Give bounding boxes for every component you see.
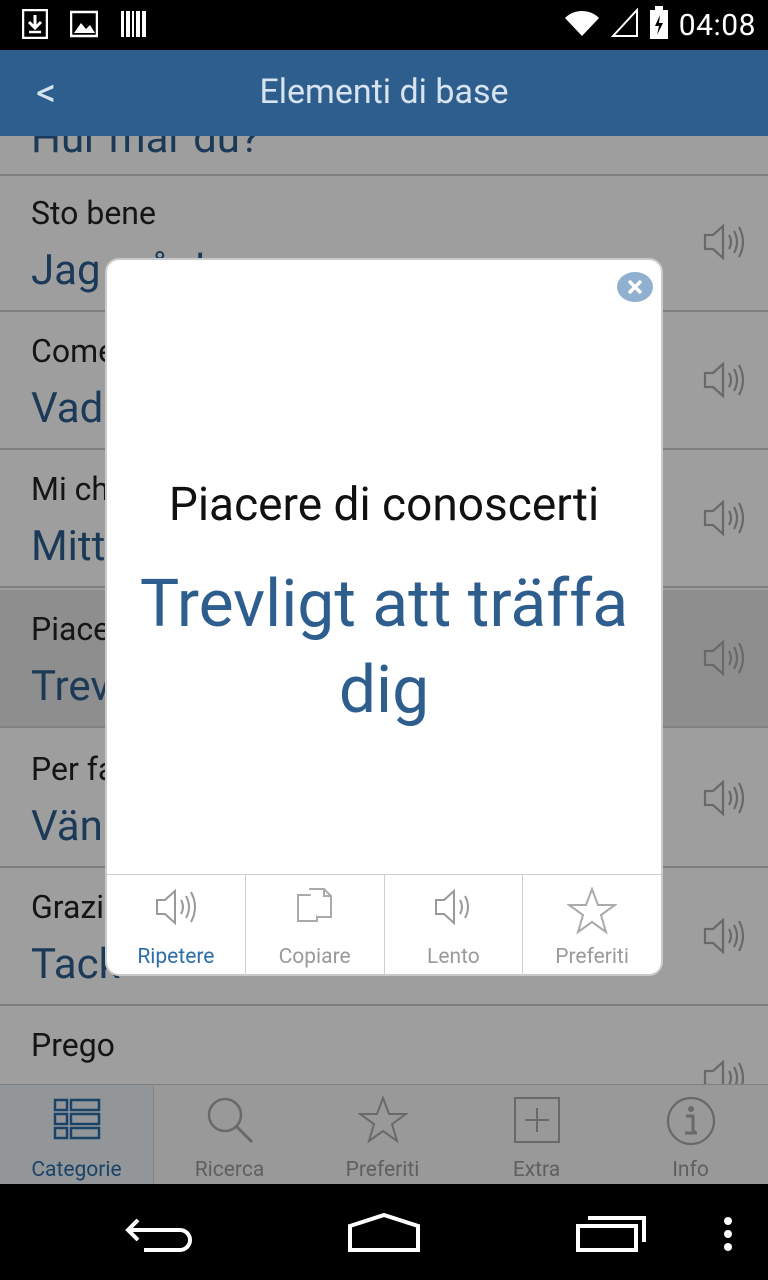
status-bar: 04:08 [0, 0, 768, 50]
action-label: Lento [427, 945, 480, 969]
dialog-italian-text: Piacere di conoscerti [168, 478, 600, 532]
battery-icon [649, 6, 669, 44]
action-label: Ripetere [137, 945, 215, 969]
image-icon [69, 9, 99, 43]
app-header: < Elementi di base [0, 50, 768, 136]
page-title: Elementi di base [259, 72, 509, 112]
barcode-icon [120, 9, 148, 43]
download-icon [21, 8, 49, 43]
wifi-icon [563, 8, 601, 42]
phrase-dialog: Piacere di conoscerti Trevligt att träff… [105, 258, 663, 976]
action-label: Preferiti [555, 945, 629, 969]
back-nav-icon[interactable] [124, 1214, 196, 1258]
speaker-icon [154, 887, 198, 931]
dialog-actions: Ripetere Copiare Lento Preferiti [107, 874, 661, 975]
favorite-button[interactable]: Preferiti [523, 875, 661, 975]
copy-button[interactable]: Copiare [246, 875, 385, 975]
dialog-swedish-text: Trevligt att träffa dig [139, 566, 629, 729]
system-nav-bar [0, 1184, 768, 1280]
action-label: Copiare [278, 945, 351, 969]
recents-nav-icon[interactable] [574, 1214, 648, 1258]
speaker-icon [433, 887, 473, 931]
home-nav-icon[interactable] [346, 1212, 422, 1258]
copy-icon [295, 887, 335, 933]
repeat-button[interactable]: Ripetere [107, 875, 246, 975]
more-options-icon[interactable] [722, 1216, 734, 1256]
slow-button[interactable]: Lento [385, 875, 524, 975]
close-icon[interactable] [615, 268, 655, 306]
clock: 04:08 [678, 7, 756, 43]
signal-icon [610, 7, 639, 42]
star-icon [566, 886, 619, 939]
